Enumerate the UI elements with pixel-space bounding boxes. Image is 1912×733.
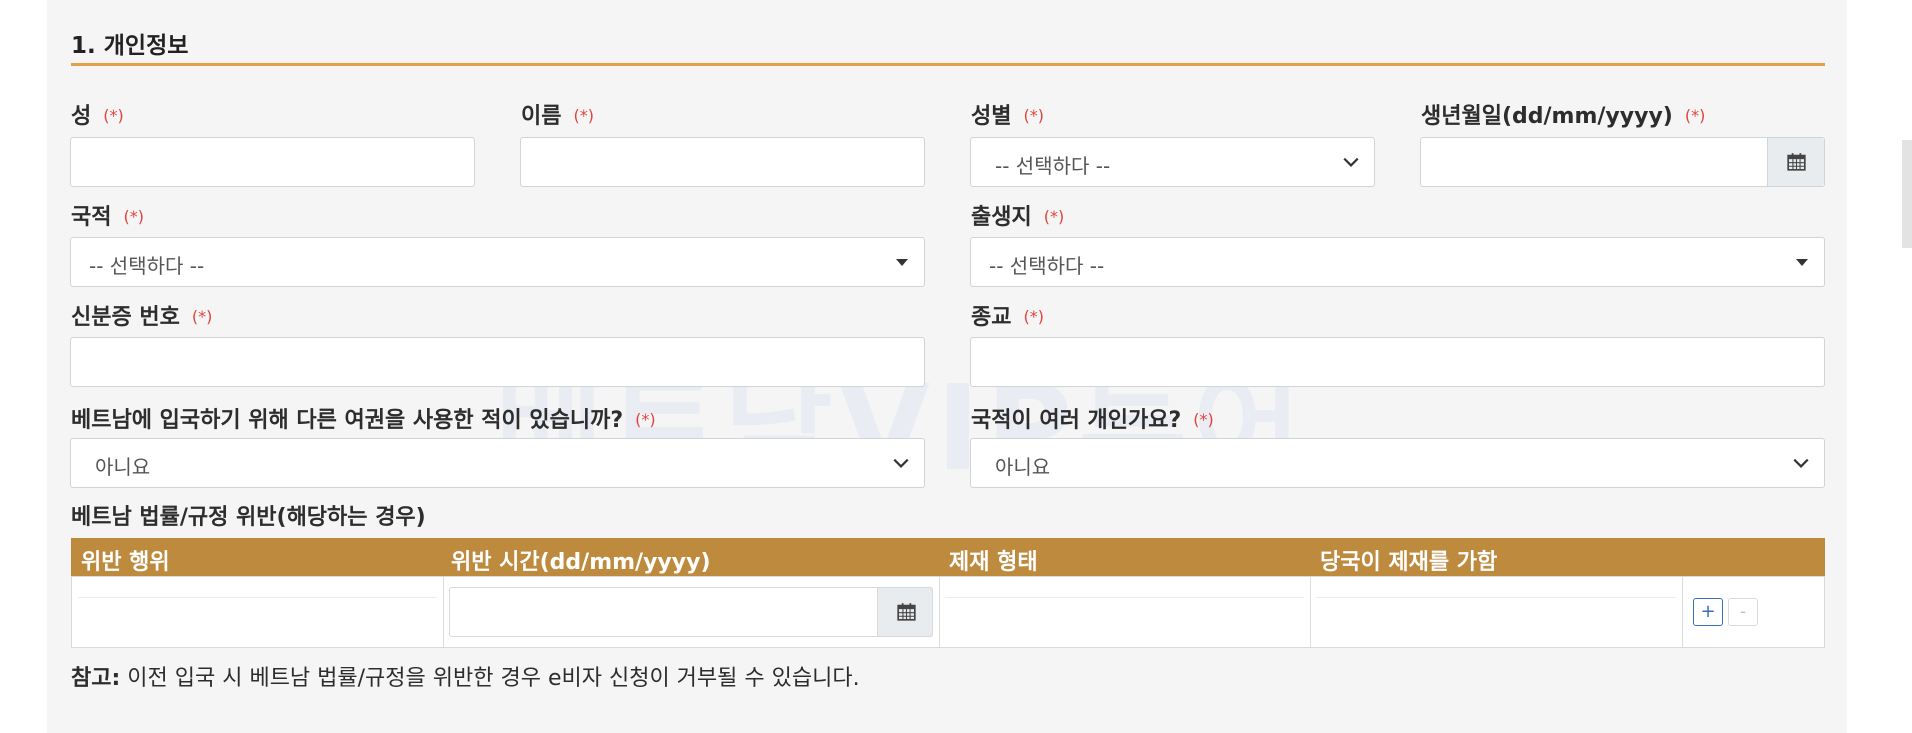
violation-date-input[interactable]	[449, 587, 933, 637]
given-name-label: 이름 (*)	[521, 104, 594, 129]
other-passport-label: 베트남에 입국하기 위해 다른 여권을 사용한 적이 있습니까? (*)	[71, 408, 656, 433]
note-text: 참고: 이전 입국 시 베트남 법률/규정을 위반한 경우 e비자 신청이 거부…	[71, 660, 860, 692]
birthplace-select-value: -- 선택하다 --	[989, 254, 1105, 278]
caret-down-icon	[1796, 259, 1808, 266]
violation-date-calendar-button[interactable]	[877, 587, 933, 637]
dob-calendar-button[interactable]	[1767, 138, 1824, 186]
sanctioning-authority-input[interactable]	[1316, 597, 1676, 638]
violations-title: 베트남 법률/규정 위반(해당하는 경우)	[71, 505, 426, 530]
nationality-select[interactable]: -- 선택하다 --	[70, 237, 925, 287]
other-passport-select[interactable]: 아니요	[70, 438, 925, 488]
surname-label: 성 (*)	[71, 104, 124, 129]
required-marker: (*)	[1193, 410, 1214, 429]
nationality-label: 국적 (*)	[71, 205, 144, 230]
required-marker: (*)	[635, 410, 656, 429]
required-marker: (*)	[123, 207, 144, 226]
caret-down-icon	[896, 259, 908, 266]
remove-row-button[interactable]: -	[1728, 598, 1758, 626]
multi-nationality-label: 국적이 여러 개인가요? (*)	[971, 408, 1214, 433]
religion-label: 종교 (*)	[971, 305, 1044, 330]
id-number-input[interactable]	[70, 337, 925, 387]
note-prefix: 참고:	[71, 666, 121, 691]
id-number-label: 신분증 번호 (*)	[71, 305, 213, 330]
gender-select[interactable]: -- 선택하다 --	[970, 137, 1375, 187]
required-marker: (*)	[573, 106, 594, 125]
calendar-icon	[897, 603, 916, 621]
column-divider	[939, 577, 940, 647]
multi-nationality-select-value: 아니요	[995, 455, 1051, 479]
calendar-icon	[1787, 153, 1806, 171]
nationality-select-value: -- 선택하다 --	[89, 254, 205, 278]
column-header: 위반 시간(dd/mm/yyyy)	[451, 550, 711, 575]
required-marker: (*)	[191, 307, 213, 326]
column-divider	[1682, 577, 1683, 647]
column-header: 당국이 제재를 가함	[1320, 550, 1498, 575]
other-passport-select-value: 아니요	[95, 455, 151, 479]
violations-table-header: 위반 행위 위반 시간(dd/mm/yyyy) 제재 형태 당국이 제재를 가함	[71, 538, 1825, 576]
chevron-down-icon	[1343, 157, 1359, 167]
gender-label: 성별 (*)	[971, 104, 1044, 129]
sanction-type-input[interactable]	[945, 597, 1304, 638]
gender-select-value: -- 선택하다 --	[995, 154, 1111, 178]
dob-label: 생년월일(dd/mm/yyyy) (*)	[1421, 104, 1706, 129]
violation-act-input[interactable]	[78, 597, 437, 638]
note-body: 이전 입국 시 베트남 법률/규정을 위반한 경우 e비자 신청이 거부될 수 …	[120, 666, 860, 691]
column-divider	[1310, 577, 1311, 647]
required-marker: (*)	[1023, 106, 1044, 125]
add-row-button[interactable]: +	[1693, 598, 1723, 626]
multi-nationality-select[interactable]: 아니요	[970, 438, 1825, 488]
section-divider	[71, 63, 1825, 66]
dob-input[interactable]	[1420, 137, 1825, 187]
column-header: 위반 행위	[81, 550, 170, 575]
chevron-down-icon	[893, 458, 909, 468]
required-marker: (*)	[1684, 106, 1706, 125]
scrollbar-thumb[interactable]	[1902, 140, 1912, 248]
column-header: 제재 형태	[949, 550, 1038, 575]
given-name-input[interactable]	[520, 137, 925, 187]
surname-input[interactable]	[70, 137, 475, 187]
birthplace-select[interactable]: -- 선택하다 --	[970, 237, 1825, 287]
column-divider	[443, 577, 444, 647]
religion-input[interactable]	[970, 337, 1825, 387]
required-marker: (*)	[1023, 307, 1044, 326]
birthplace-label: 출생지 (*)	[971, 205, 1065, 230]
required-marker: (*)	[103, 106, 124, 125]
section-title: 1. 개인정보	[71, 33, 189, 59]
chevron-down-icon	[1793, 458, 1809, 468]
required-marker: (*)	[1043, 207, 1065, 226]
violations-table-row: + -	[71, 576, 1825, 648]
